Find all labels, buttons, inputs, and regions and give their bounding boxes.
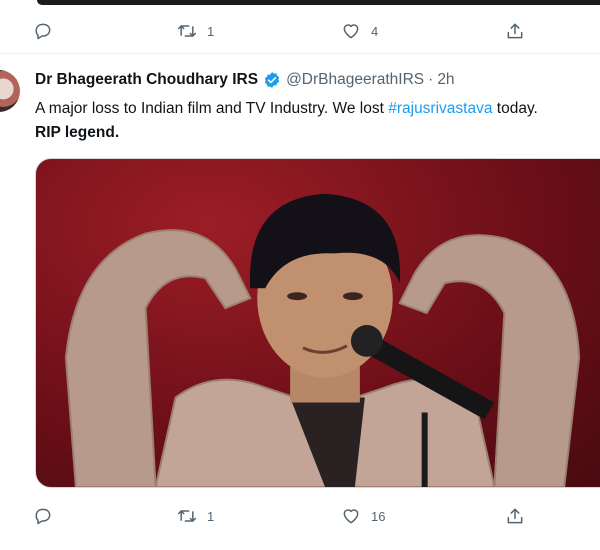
tweet-divider bbox=[0, 53, 600, 54]
meta-separator: · bbox=[428, 71, 434, 88]
share-icon bbox=[507, 23, 523, 39]
like-button[interactable]: 4 bbox=[341, 19, 378, 43]
tweet-header: Dr Bhageerath Choudhary IRS @DrBhageerat… bbox=[35, 71, 455, 89]
retweet-button[interactable]: 1 bbox=[177, 19, 214, 43]
tweet-text-part-2: today. bbox=[492, 100, 538, 117]
hashtag-link[interactable]: #rajusrivastava bbox=[388, 100, 492, 117]
like-count: 16 bbox=[371, 508, 386, 524]
previous-tweet-action-bar: 1 4 bbox=[33, 19, 533, 43]
retweet-count: 1 bbox=[207, 508, 215, 524]
tweet-action-bar: 1 16 bbox=[33, 504, 533, 528]
heart-icon bbox=[343, 509, 359, 524]
reply-button[interactable] bbox=[33, 504, 63, 528]
reply-button[interactable] bbox=[33, 19, 63, 43]
retweet-button[interactable]: 1 bbox=[177, 504, 214, 528]
previous-tweet-media[interactable] bbox=[37, 0, 600, 5]
avatar[interactable] bbox=[0, 70, 20, 112]
reply-icon bbox=[35, 23, 51, 40]
share-button[interactable] bbox=[505, 504, 525, 528]
retweet-icon bbox=[177, 25, 197, 37]
share-button[interactable] bbox=[505, 19, 525, 43]
retweet-count: 1 bbox=[207, 23, 215, 39]
like-button[interactable]: 16 bbox=[341, 504, 385, 528]
author-name[interactable]: Dr Bhageerath Choudhary IRS bbox=[35, 71, 258, 89]
like-count: 4 bbox=[371, 23, 379, 39]
retweet-icon bbox=[177, 510, 197, 522]
heart-icon bbox=[343, 24, 359, 39]
tweet-text-line-2: RIP legend. bbox=[35, 124, 120, 141]
tweet-text: A major loss to Indian film and TV Indus… bbox=[35, 97, 600, 145]
share-icon bbox=[507, 508, 523, 524]
photo-illustration bbox=[64, 193, 581, 487]
author-handle[interactable]: @DrBhageerathIRS bbox=[286, 71, 424, 89]
tweet-photo[interactable] bbox=[35, 158, 600, 488]
reply-icon bbox=[35, 508, 51, 525]
tweet-timestamp[interactable]: 2h bbox=[437, 71, 454, 89]
verified-badge-icon bbox=[264, 72, 280, 88]
tweet-text-part-1: A major loss to Indian film and TV Indus… bbox=[35, 100, 389, 117]
tweet-text-line-1: A major loss to Indian film and TV Indus… bbox=[35, 97, 600, 121]
